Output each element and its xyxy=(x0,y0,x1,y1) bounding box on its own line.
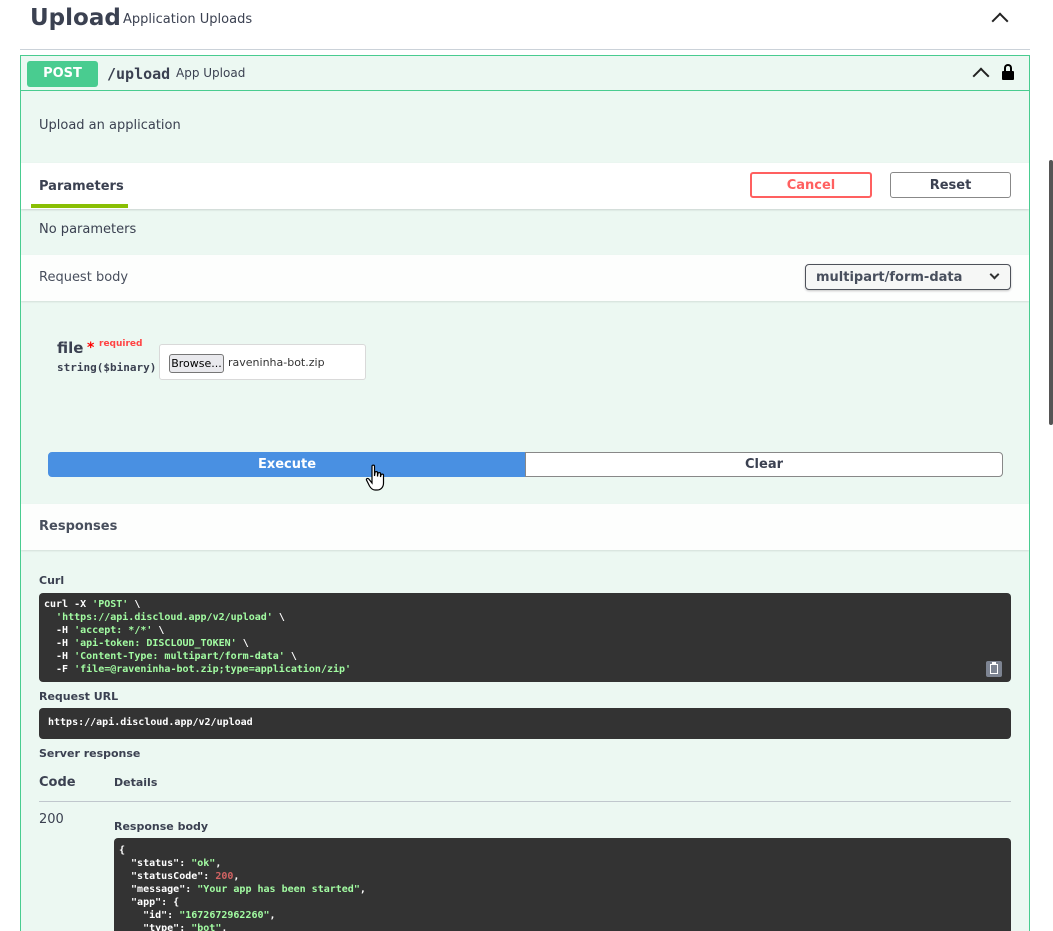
chevron-up-icon[interactable] xyxy=(991,12,1009,30)
section-description: Application Uploads xyxy=(123,12,253,27)
table-divider xyxy=(39,801,1011,802)
response-line: "id": "1672672962260", xyxy=(119,910,276,921)
hand-pointer-icon xyxy=(365,464,385,491)
request-url-block[interactable]: https://api.discloud.app/v2/upload xyxy=(39,708,1011,739)
file-input[interactable]: Browse... raveninha-bot.zip xyxy=(159,344,366,380)
code-column-header: Code xyxy=(39,775,76,790)
curl-line: curl -X 'POST' \ xyxy=(44,599,141,610)
curl-label: Curl xyxy=(39,574,65,587)
request-body-label: Request body xyxy=(39,270,129,285)
browse-button[interactable]: Browse... xyxy=(169,354,224,373)
file-field-type: string($binary) xyxy=(57,361,157,374)
curl-line: -F 'file=@raveninha-bot.zip;type=applica… xyxy=(44,664,352,675)
required-star: * xyxy=(87,340,95,356)
operation-description: Upload an application xyxy=(39,118,181,133)
copy-to-clipboard-icon[interactable] xyxy=(986,661,1002,677)
curl-line: -H 'api-token: DISCLOUD_TOKEN' \ xyxy=(44,638,249,649)
curl-line: 'https://api.discloud.app/v2/upload' \ xyxy=(56,612,285,623)
method-badge: POST xyxy=(27,61,98,87)
server-response-label: Server response xyxy=(39,747,141,760)
curl-line: -H 'Content-Type: multipart/form-data' \ xyxy=(44,651,297,662)
request-url-label: Request URL xyxy=(39,690,119,703)
tab-parameters[interactable]: Parameters xyxy=(39,179,124,194)
response-body-block[interactable]: { "status": "ok", "statusCode": 200, "me… xyxy=(114,838,1011,931)
tab-active-indicator xyxy=(31,204,128,208)
response-line: "status": "ok", xyxy=(119,858,222,869)
upload-section-header[interactable]: Upload Application Uploads xyxy=(20,0,1030,50)
operation-summary[interactable]: POST /upload App Upload xyxy=(21,56,1029,91)
response-line: "statusCode": 200, xyxy=(119,871,240,882)
response-line: "message": "Your app has been started", xyxy=(119,884,366,895)
content-type-select[interactable]: multipart/form-data xyxy=(805,264,1011,290)
selected-file-name: raveninha-bot.zip xyxy=(228,356,325,369)
response-line: "type": "bot", xyxy=(119,923,228,931)
response-body-label: Response body xyxy=(114,820,209,833)
response-line: { xyxy=(119,845,126,856)
responses-label: Responses xyxy=(39,519,118,534)
required-label: required xyxy=(99,339,143,349)
file-field-label: file xyxy=(57,339,84,357)
operation-block: POST /upload App Upload Upload an applic… xyxy=(20,55,1030,931)
section-title: Upload xyxy=(30,5,121,31)
curl-code-block[interactable]: curl -X 'POST' \ 'https://api.discloud.a… xyxy=(39,593,1011,682)
response-status-code: 200 xyxy=(39,812,64,827)
content-type-value: multipart/form-data xyxy=(816,270,963,285)
execute-button[interactable]: Execute xyxy=(48,452,526,477)
operation-path: /upload xyxy=(107,65,171,83)
details-column-header: Details xyxy=(114,776,158,789)
chevron-up-icon[interactable] xyxy=(972,67,990,85)
lock-icon[interactable] xyxy=(1001,64,1015,80)
page-scrollbar[interactable] xyxy=(1049,160,1053,425)
no-parameters-text: No parameters xyxy=(39,222,137,237)
cancel-button[interactable]: Cancel xyxy=(750,172,872,198)
clear-button[interactable]: Clear xyxy=(525,452,1003,477)
responses-header: Responses xyxy=(21,504,1029,550)
parameters-header: Parameters Cancel Reset xyxy=(21,163,1029,209)
request-body-header: Request body multipart/form-data xyxy=(21,255,1029,301)
curl-line: -H 'accept: */*' \ xyxy=(44,625,165,636)
chevron-down-icon xyxy=(989,269,1000,280)
reset-button[interactable]: Reset xyxy=(890,172,1011,198)
operation-summary-text: App Upload xyxy=(176,66,246,80)
response-line: "app": { xyxy=(119,897,180,908)
